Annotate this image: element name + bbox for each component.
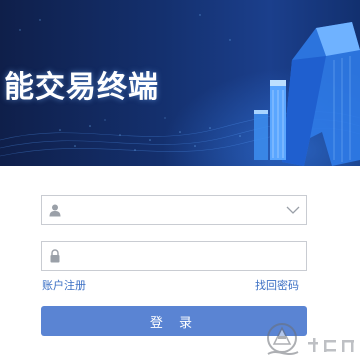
register-link[interactable]: 账户注册	[42, 277, 86, 293]
password-field[interactable]	[41, 241, 307, 272]
chevron-down-icon[interactable]	[286, 205, 300, 215]
ai-building-illustration	[254, 22, 360, 166]
header-banner: 能交易终端	[0, 0, 360, 166]
banner-title: 能交易终端	[4, 70, 159, 105]
username-field[interactable]	[41, 195, 307, 226]
recover-password-link[interactable]: 找回密码	[255, 277, 299, 293]
user-icon	[49, 204, 61, 217]
password-input[interactable]	[68, 242, 272, 272]
lock-icon	[50, 249, 60, 263]
watermark-logo	[267, 323, 354, 355]
username-input[interactable]	[68, 196, 272, 226]
